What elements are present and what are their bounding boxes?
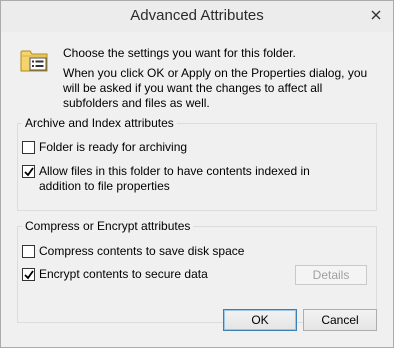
compress-encrypt-legend: Compress or Encrypt attributes [22,218,194,234]
encrypt-checkbox[interactable] [22,268,35,281]
indexing-checkbox[interactable] [22,165,35,178]
indexing-checkbox-row[interactable]: Allow files in this folder to have conte… [22,164,349,194]
checkmark-icon [24,167,34,177]
cancel-button[interactable]: Cancel [303,309,377,331]
close-icon [371,10,381,20]
archiving-label[interactable]: Folder is ready for archiving [39,140,349,155]
archiving-checkbox-row[interactable]: Folder is ready for archiving [22,140,349,155]
indexing-label[interactable]: Allow files in this folder to have conte… [39,164,349,194]
compress-label[interactable]: Compress contents to save disk space [39,244,349,259]
details-button[interactable]: Details [295,265,367,285]
advanced-attributes-dialog: Advanced Attributes Choose the settings … [0,0,394,348]
intro-details-text: When you click OK or Apply on the Proper… [63,66,368,110]
encrypt-checkbox-row[interactable]: Encrypt contents to secure data [22,267,279,282]
checkmark-icon [24,270,34,280]
intro-text: Choose the settings you want for this fo… [63,46,296,60]
ok-button[interactable]: OK [223,309,297,331]
encrypt-label[interactable]: Encrypt contents to secure data [39,267,279,282]
title-bar[interactable]: Advanced Attributes [1,1,393,32]
compress-checkbox[interactable] [22,245,35,258]
archive-index-legend: Archive and Index attributes [22,115,177,131]
compress-checkbox-row[interactable]: Compress contents to save disk space [22,244,349,259]
dialog-body: Choose the settings you want for this fo… [9,32,385,341]
window-title: Advanced Attributes [130,7,264,24]
archiving-checkbox[interactable] [22,141,35,154]
folder-properties-icon [20,46,50,74]
close-button[interactable] [367,7,385,23]
